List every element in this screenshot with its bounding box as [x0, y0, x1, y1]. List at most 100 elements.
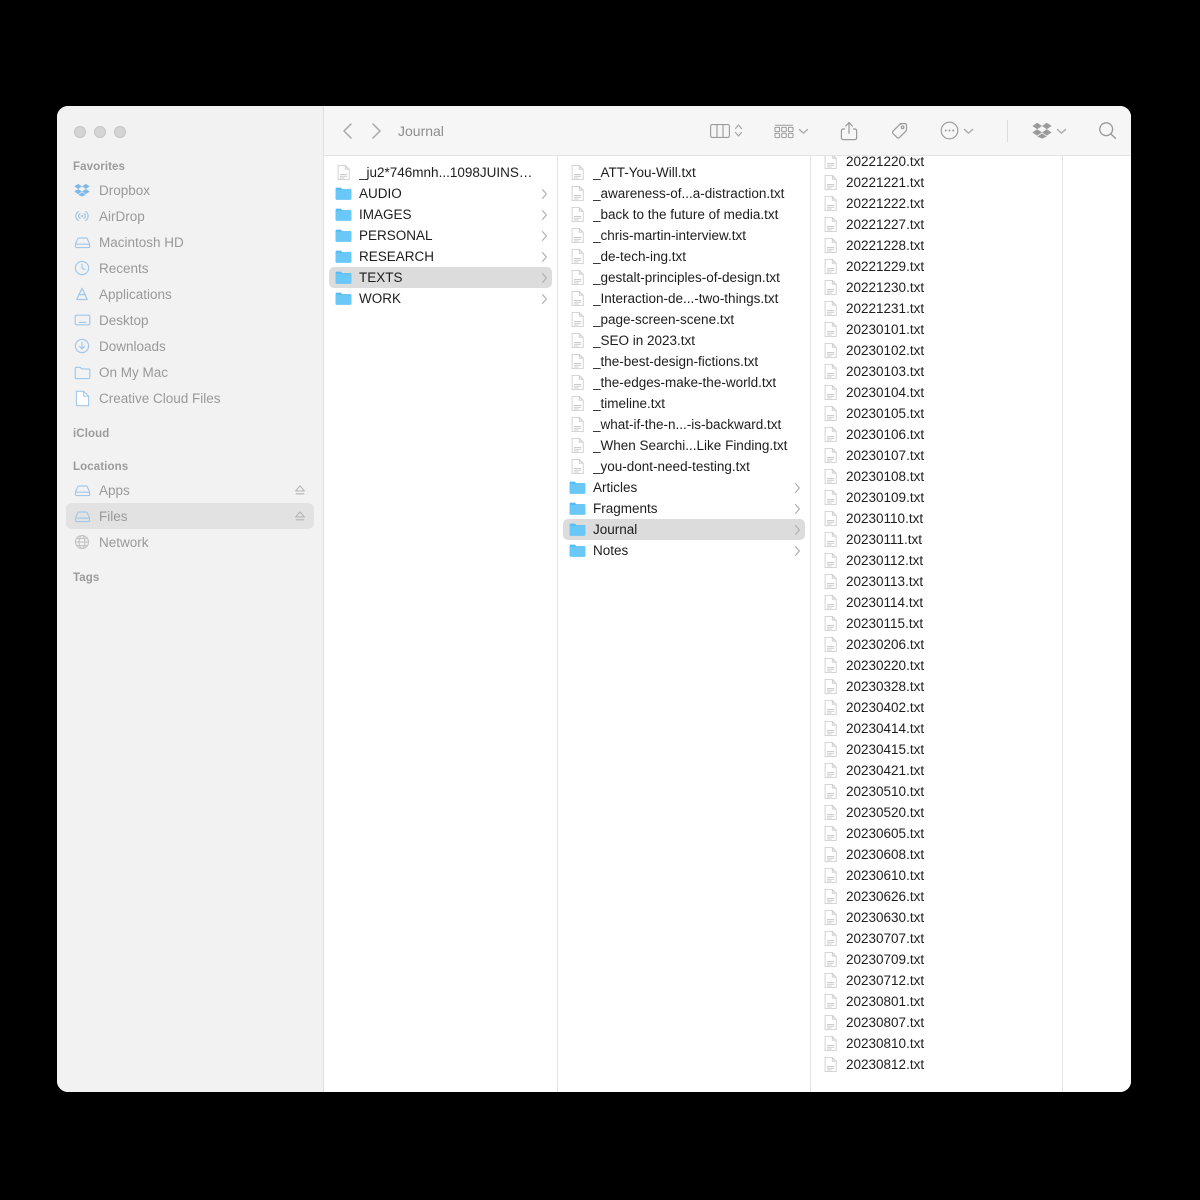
folder-row[interactable]: Fragments: [563, 498, 805, 519]
sidebar-item-on-my-mac[interactable]: On My Mac: [66, 359, 314, 385]
file-row[interactable]: _ju2*746mnh...1098JUINS.txt: [329, 162, 552, 183]
file-row[interactable]: 20230220.txt: [816, 655, 1057, 676]
group-by-icon[interactable]: [774, 123, 794, 139]
sidebar-item-macintosh-hd[interactable]: Macintosh HD: [66, 229, 314, 255]
file-row[interactable]: 20230520.txt: [816, 802, 1057, 823]
folder-row[interactable]: RESEARCH: [329, 246, 552, 267]
file-row[interactable]: 20221230.txt: [816, 277, 1057, 298]
file-row[interactable]: 20221229.txt: [816, 256, 1057, 277]
close-button[interactable]: [74, 126, 86, 138]
file-row[interactable]: 20221228.txt: [816, 235, 1057, 256]
file-row[interactable]: 20230114.txt: [816, 592, 1057, 613]
column-view-icon[interactable]: [710, 123, 730, 139]
file-row[interactable]: 20230608.txt: [816, 844, 1057, 865]
file-row[interactable]: 20221227.txt: [816, 214, 1057, 235]
file-row[interactable]: 20230807.txt: [816, 1012, 1057, 1033]
ellipsis-circle-icon[interactable]: [940, 121, 959, 140]
file-row[interactable]: 20230414.txt: [816, 718, 1057, 739]
group-by-button[interactable]: [774, 123, 809, 139]
file-row[interactable]: 20230801.txt: [816, 991, 1057, 1012]
file-row[interactable]: _page-screen-scene.txt: [563, 309, 805, 330]
file-row[interactable]: 20230107.txt: [816, 445, 1057, 466]
sidebar-item-applications[interactable]: Applications: [66, 281, 314, 307]
eject-icon[interactable]: [294, 484, 306, 496]
folder-row[interactable]: AUDIO: [329, 183, 552, 204]
file-row[interactable]: _ATT-You-Will.txt: [563, 162, 805, 183]
file-row[interactable]: 20221222.txt: [816, 193, 1057, 214]
file-row[interactable]: _de-tech-ing.txt: [563, 246, 805, 267]
file-row[interactable]: 20230106.txt: [816, 424, 1057, 445]
file-row[interactable]: _back to the future of media.txt: [563, 204, 805, 225]
minimize-button[interactable]: [94, 126, 106, 138]
chevron-down-icon[interactable]: [798, 127, 809, 135]
file-row[interactable]: 20230112.txt: [816, 550, 1057, 571]
sidebar-item-dropbox[interactable]: Dropbox: [66, 177, 314, 203]
file-row[interactable]: _timeline.txt: [563, 393, 805, 414]
file-row[interactable]: 20221221.txt: [816, 172, 1057, 193]
sidebar-item-airdrop[interactable]: AirDrop: [66, 203, 314, 229]
chevron-down-icon[interactable]: [963, 127, 974, 135]
file-row[interactable]: 20230108.txt: [816, 466, 1057, 487]
file-row[interactable]: 20230402.txt: [816, 697, 1057, 718]
sidebar-item-recents[interactable]: Recents: [66, 255, 314, 281]
file-row[interactable]: 20230812.txt: [816, 1054, 1057, 1075]
sidebar-item-downloads[interactable]: Downloads: [66, 333, 314, 359]
folder-row[interactable]: TEXTS: [329, 267, 552, 288]
file-row[interactable]: 20230709.txt: [816, 949, 1057, 970]
dropbox-icon[interactable]: [1032, 122, 1052, 139]
file-row[interactable]: 20230115.txt: [816, 613, 1057, 634]
file-row[interactable]: 20230102.txt: [816, 340, 1057, 361]
sidebar-item-files[interactable]: Files: [66, 503, 314, 529]
file-row[interactable]: 20230113.txt: [816, 571, 1057, 592]
file-row[interactable]: _the-best-design-fictions.txt: [563, 351, 805, 372]
eject-icon[interactable]: [294, 510, 306, 522]
file-row[interactable]: 20221220.txt: [816, 156, 1057, 172]
file-row[interactable]: _chris-martin-interview.txt: [563, 225, 805, 246]
file-row[interactable]: 20230626.txt: [816, 886, 1057, 907]
folder-row[interactable]: PERSONAL: [329, 225, 552, 246]
file-row[interactable]: 20230104.txt: [816, 382, 1057, 403]
chevron-up-down-icon[interactable]: [734, 123, 743, 138]
file-row[interactable]: 20230605.txt: [816, 823, 1057, 844]
file-row[interactable]: 20230712.txt: [816, 970, 1057, 991]
file-row[interactable]: 20230101.txt: [816, 319, 1057, 340]
file-row[interactable]: _you-dont-need-testing.txt: [563, 456, 805, 477]
file-row[interactable]: 20230328.txt: [816, 676, 1057, 697]
sidebar-item-creative-cloud-files[interactable]: Creative Cloud Files: [66, 385, 314, 411]
tag-button[interactable]: [889, 121, 909, 141]
file-row[interactable]: 20230810.txt: [816, 1033, 1057, 1054]
file-row[interactable]: 20230707.txt: [816, 928, 1057, 949]
folder-row[interactable]: Journal: [563, 519, 805, 540]
file-row[interactable]: 20230630.txt: [816, 907, 1057, 928]
file-row[interactable]: 20230510.txt: [816, 781, 1057, 802]
share-button[interactable]: [840, 121, 858, 141]
file-row[interactable]: 20230109.txt: [816, 487, 1057, 508]
sidebar-item-apps[interactable]: Apps: [66, 477, 314, 503]
file-row[interactable]: 20221231.txt: [816, 298, 1057, 319]
file-row[interactable]: _gestalt-principles-of-design.txt: [563, 267, 805, 288]
file-row[interactable]: 20230415.txt: [816, 739, 1057, 760]
file-row[interactable]: 20230105.txt: [816, 403, 1057, 424]
folder-row[interactable]: Notes: [563, 540, 805, 561]
view-switcher[interactable]: [710, 123, 743, 139]
file-row[interactable]: 20230110.txt: [816, 508, 1057, 529]
file-row[interactable]: 20230111.txt: [816, 529, 1057, 550]
file-row[interactable]: 20230421.txt: [816, 760, 1057, 781]
file-row[interactable]: _awareness-of...a-distraction.txt: [563, 183, 805, 204]
file-row[interactable]: _Interaction-de...-two-things.txt: [563, 288, 805, 309]
file-row[interactable]: 20230206.txt: [816, 634, 1057, 655]
folder-row[interactable]: IMAGES: [329, 204, 552, 225]
sidebar-item-network[interactable]: Network: [66, 529, 314, 555]
folder-row[interactable]: Articles: [563, 477, 805, 498]
back-button[interactable]: [342, 122, 353, 140]
more-actions-button[interactable]: [940, 121, 974, 140]
file-row[interactable]: 20230103.txt: [816, 361, 1057, 382]
file-row[interactable]: _the-edges-make-the-world.txt: [563, 372, 805, 393]
file-row[interactable]: _SEO in 2023.txt: [563, 330, 805, 351]
search-button[interactable]: [1098, 121, 1117, 140]
file-row[interactable]: _what-if-the-n...-is-backward.txt: [563, 414, 805, 435]
dropbox-button[interactable]: [1032, 122, 1067, 139]
forward-button[interactable]: [371, 122, 382, 140]
chevron-down-icon[interactable]: [1056, 127, 1067, 135]
folder-row[interactable]: WORK: [329, 288, 552, 309]
